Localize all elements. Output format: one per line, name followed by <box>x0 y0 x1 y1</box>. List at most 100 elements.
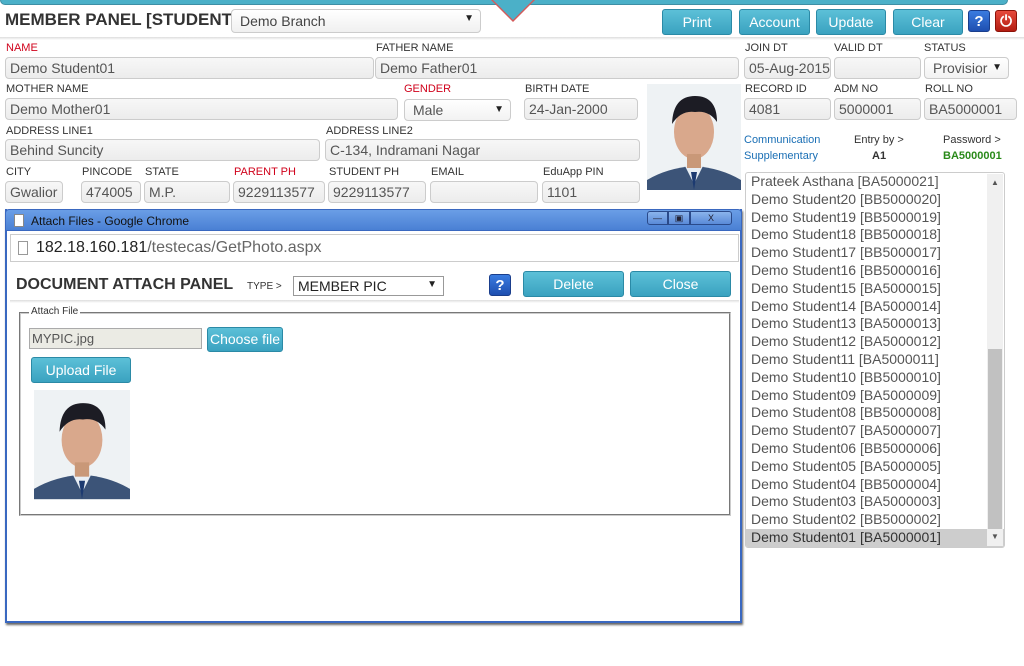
student-list-item[interactable]: Demo Student07 [BA5000007] <box>746 422 1004 440</box>
scroll-down-icon[interactable]: ▼ <box>987 530 1003 544</box>
upload-file-button[interactable]: Upload File <box>31 357 131 383</box>
student-list-items: Prateek Asthana [BA5000021] Demo Student2… <box>746 173 1004 547</box>
valid-dt-field[interactable] <box>834 57 921 79</box>
father-name-label: FATHER NAME <box>376 42 454 54</box>
student-list-item[interactable]: Demo Student15 [BA5000015] <box>746 280 1004 298</box>
fieldset-legend: Attach File <box>29 306 81 317</box>
minimize-icon[interactable]: — <box>647 211 668 225</box>
student-list-item[interactable]: Demo Student06 [BB5000006] <box>746 440 1004 458</box>
member-photo <box>647 84 741 190</box>
collapse-tab[interactable] <box>493 0 533 20</box>
uploaded-photo <box>34 390 130 500</box>
help-icon[interactable]: ? <box>489 274 511 296</box>
student-list-item[interactable]: Demo Student03 [BA5000003] <box>746 493 1004 511</box>
city-field[interactable]: Gwalior <box>5 181 63 203</box>
student-list-item[interactable]: Demo Student04 [BB5000004] <box>746 476 1004 494</box>
member-photo-image <box>647 84 741 190</box>
student-list-item[interactable]: Demo Student19 [BB5000019] <box>746 209 1004 227</box>
url-path: /testecas/GetPhoto.aspx <box>147 239 322 256</box>
print-button[interactable]: Print <box>662 9 732 35</box>
join-dt-label: JOIN DT <box>745 42 788 54</box>
type-label: TYPE > <box>247 281 282 292</box>
student-list[interactable]: Prateek Asthana [BA5000021] Demo Student2… <box>745 172 1005 548</box>
pincode-field[interactable]: 474005 <box>81 181 141 203</box>
roll-no-field[interactable]: BA5000001 <box>924 98 1017 120</box>
address1-label: ADDRESS LINE1 <box>6 125 93 137</box>
adm-no-label: ADM NO <box>834 83 878 95</box>
scrollbar-thumb[interactable] <box>988 349 1002 529</box>
eduapp-pin-label: EduApp PIN <box>543 166 604 178</box>
student-list-item[interactable]: Demo Student02 [BB5000002] <box>746 511 1004 529</box>
delete-button[interactable]: Delete <box>523 271 624 297</box>
student-list-item[interactable]: Demo Student18 [BB5000018] <box>746 226 1004 244</box>
email-label: EMAIL <box>431 166 465 178</box>
student-list-item[interactable]: Demo Student14 [BA5000014] <box>746 298 1004 316</box>
address1-field[interactable]: Behind Suncity <box>5 139 320 161</box>
address2-field[interactable]: C-134, Indramani Nagar <box>325 139 640 161</box>
student-list-item[interactable]: Demo Student08 [BB5000008] <box>746 404 1004 422</box>
gender-select[interactable]: Male ▼ <box>404 99 511 121</box>
status-label: STATUS <box>924 42 966 54</box>
type-select[interactable]: MEMBER PIC ▼ <box>293 276 444 296</box>
account-button[interactable]: Account <box>739 9 810 35</box>
join-dt-field[interactable]: 05-Aug-2015 <box>744 57 831 79</box>
entry-by-value: A1 <box>872 150 887 162</box>
update-button[interactable]: Update <box>816 9 886 35</box>
close-window-icon[interactable]: X <box>690 211 732 225</box>
eduapp-pin-field[interactable]: 1101 <box>542 181 640 203</box>
window-titlebar[interactable]: Attach Files - Google Chrome — ▣ X <box>5 209 742 231</box>
header-divider <box>0 37 1024 40</box>
record-id-field[interactable]: 4081 <box>744 98 831 120</box>
student-list-item[interactable]: Demo Student01 [BA5000001] <box>746 528 1004 547</box>
student-list-item[interactable]: Demo Student17 [BB5000017] <box>746 244 1004 262</box>
choose-file-button[interactable]: Choose file <box>207 327 283 352</box>
student-list-item[interactable]: Demo Student13 [BA5000013] <box>746 315 1004 333</box>
communication-link[interactable]: Communication <box>744 134 820 146</box>
status-select[interactable]: Provisior ▼ <box>924 57 1009 79</box>
status-select-value: Provisior <box>933 60 988 76</box>
student-list-item[interactable]: Demo Student05 [BA5000005] <box>746 458 1004 476</box>
name-field[interactable]: Demo Student01 <box>5 57 374 79</box>
birth-date-field[interactable]: 24-Jan-2000 <box>524 98 638 120</box>
parent-ph-field[interactable]: 9229113577 <box>233 181 325 203</box>
branch-select[interactable]: Demo Branch ▼ <box>231 9 481 33</box>
file-name-field[interactable]: MYPIC.jpg <box>29 328 202 349</box>
student-ph-field[interactable]: 9229113577 <box>328 181 426 203</box>
email-field[interactable] <box>430 181 538 203</box>
state-field[interactable]: M.P. <box>144 181 230 203</box>
entry-by-label: Entry by > <box>854 134 904 146</box>
maximize-icon[interactable]: ▣ <box>668 211 690 225</box>
power-icon[interactable]: ⏻ <box>995 10 1017 32</box>
supplementary-link[interactable]: Supplementary <box>744 150 818 162</box>
student-list-item[interactable]: Demo Student20 [BB5000020] <box>746 191 1004 209</box>
father-name-field[interactable]: Demo Father01 <box>375 57 739 79</box>
student-list-item[interactable]: Prateek Asthana [BA5000021] <box>746 173 1004 191</box>
student-list-item[interactable]: Demo Student16 [BB5000016] <box>746 262 1004 280</box>
page-title: MEMBER PANEL [STUDENT] <box>5 10 238 29</box>
address-bar[interactable]: 182.18.160.181/testecas/GetPhoto.aspx <box>10 234 739 262</box>
password-label: Password > <box>943 134 1001 146</box>
close-button[interactable]: Close <box>630 271 731 297</box>
window-title: Attach Files - Google Chrome <box>31 214 190 228</box>
branch-select-value: Demo Branch <box>240 13 326 29</box>
mother-name-field[interactable]: Demo Mother01 <box>5 98 398 120</box>
help-icon[interactable]: ? <box>968 10 990 32</box>
page-icon <box>14 214 24 227</box>
student-list-item[interactable]: Demo Student11 [BA5000011] <box>746 351 1004 369</box>
scrollbar[interactable]: ▲ ▼ <box>987 174 1003 546</box>
clear-button[interactable]: Clear <box>893 9 963 35</box>
state-label: STATE <box>145 166 179 178</box>
student-list-item[interactable]: Demo Student10 [BB5000010] <box>746 369 1004 387</box>
student-list-item[interactable]: Demo Student12 [BA5000012] <box>746 333 1004 351</box>
url-host: 182.18.160.181 <box>36 239 148 256</box>
scroll-up-icon[interactable]: ▲ <box>987 176 1003 190</box>
adm-no-field[interactable]: 5000001 <box>834 98 921 120</box>
password-value: BA5000001 <box>943 150 1002 162</box>
chevron-down-icon: ▼ <box>464 13 474 24</box>
valid-dt-label: VALID DT <box>834 42 883 54</box>
gender-label: GENDER <box>404 83 452 95</box>
name-label: NAME <box>6 42 38 54</box>
student-list-item[interactable]: Demo Student09 [BA5000009] <box>746 387 1004 405</box>
record-id-label: RECORD ID <box>745 83 807 95</box>
url-text: 182.18.160.181/testecas/GetPhoto.aspx <box>36 239 322 257</box>
